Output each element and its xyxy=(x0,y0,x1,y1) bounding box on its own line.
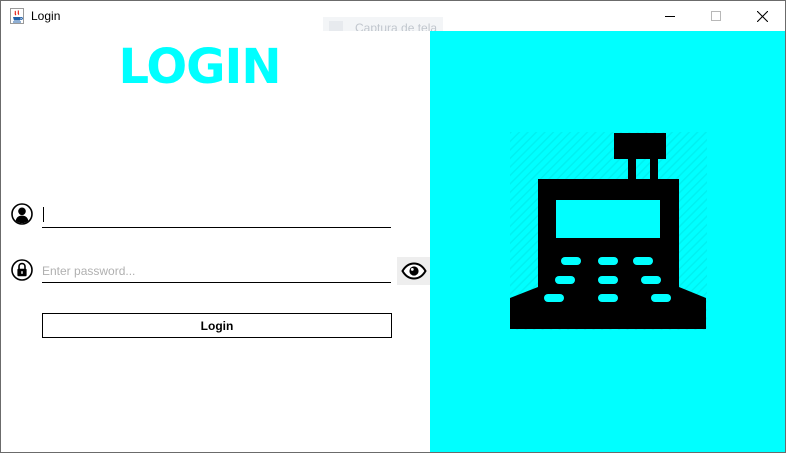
login-form-panel: LOGIN Login xyxy=(1,31,430,452)
close-button[interactable] xyxy=(739,1,785,31)
user-icon xyxy=(11,203,33,225)
java-cup-icon xyxy=(10,8,24,24)
password-input[interactable] xyxy=(42,259,391,283)
show-password-button[interactable] xyxy=(397,257,430,285)
minimize-button[interactable] xyxy=(647,1,693,31)
close-icon xyxy=(756,10,768,22)
login-window: Login Captura de tela LOGIN Login xyxy=(0,0,786,453)
text-caret xyxy=(43,207,44,222)
illustration-panel xyxy=(430,31,785,452)
maximize-icon xyxy=(711,11,721,21)
maximize-button[interactable] xyxy=(693,1,739,31)
window-title: Login xyxy=(31,9,61,23)
login-button[interactable]: Login xyxy=(42,313,392,338)
title-bar[interactable]: Login Captura de tela xyxy=(1,1,785,39)
cash-register-icon xyxy=(510,132,707,330)
login-heading: LOGIN xyxy=(118,39,281,95)
eye-icon xyxy=(400,262,427,280)
lock-icon xyxy=(11,259,33,281)
minimize-icon xyxy=(665,16,675,17)
username-input[interactable] xyxy=(42,203,391,228)
